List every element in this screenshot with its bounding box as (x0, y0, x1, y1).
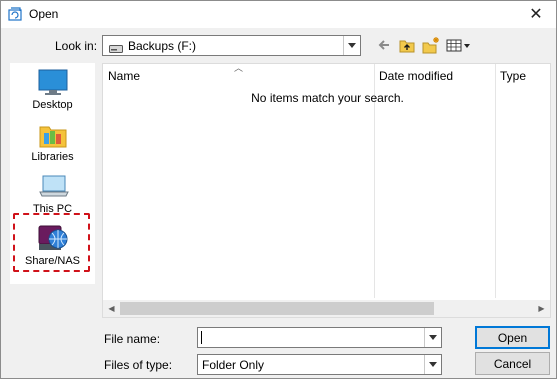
drive-icon (109, 42, 123, 53)
place-libraries[interactable]: Libraries (10, 121, 95, 163)
desktop-icon (10, 69, 95, 97)
horizontal-scrollbar[interactable]: ◀ ▶ (103, 300, 550, 317)
close-icon: ✕ (529, 6, 543, 23)
files-of-type-dropdown[interactable]: Folder Only (197, 354, 442, 375)
chevron-down-icon[interactable] (424, 328, 441, 347)
empty-message: No items match your search. (251, 91, 404, 105)
column-header-type[interactable]: Type (495, 64, 550, 88)
file-list[interactable]: ︿ Name Date modified Type No items match… (102, 63, 551, 318)
look-in-value: Backups (F:) (128, 39, 197, 53)
place-label: Desktop (32, 99, 73, 111)
chevron-down-icon[interactable] (424, 355, 441, 374)
text-caret (201, 331, 202, 344)
cancel-button[interactable]: Cancel (475, 352, 550, 375)
files-of-type-label: Files of type: (104, 358, 173, 372)
chevron-down-icon[interactable] (343, 36, 360, 55)
file-name-combo[interactable] (197, 327, 442, 348)
column-header-name[interactable]: Name (103, 64, 374, 88)
files-of-type-value: Folder Only (202, 358, 265, 372)
window-title: Open (29, 7, 59, 21)
scrollbar-thumb[interactable] (120, 302, 434, 315)
column-header-date-modified[interactable]: Date modified (374, 64, 495, 88)
place-label: Libraries (31, 151, 74, 163)
file-name-input[interactable] (198, 328, 424, 347)
this-pc-icon (10, 173, 95, 201)
new-folder-icon[interactable] (422, 36, 440, 54)
open-button[interactable]: Open (475, 326, 550, 349)
place-desktop[interactable]: Desktop (10, 69, 95, 111)
look-in-dropdown[interactable]: Backups (F:) (102, 35, 361, 56)
scroll-left-icon[interactable]: ◀ (103, 300, 120, 317)
up-folder-icon[interactable] (399, 36, 415, 54)
title-bar: Open ✕ (1, 1, 556, 28)
open-dialog-icon (8, 7, 23, 21)
look-in-label: Look in: (55, 39, 98, 53)
share-nas-highlight-box (13, 213, 90, 272)
place-this-pc[interactable]: This PC (10, 173, 95, 215)
close-button[interactable]: ✕ (524, 4, 548, 24)
view-menu-icon[interactable] (446, 36, 472, 54)
back-arrow-icon[interactable] (377, 36, 391, 54)
scroll-right-icon[interactable]: ▶ (533, 300, 550, 317)
libraries-icon (10, 121, 95, 149)
open-dialog: Open ✕ Look in: Backups (F:) Desktop Lib… (0, 0, 557, 379)
file-name-label: File name: (104, 332, 161, 346)
